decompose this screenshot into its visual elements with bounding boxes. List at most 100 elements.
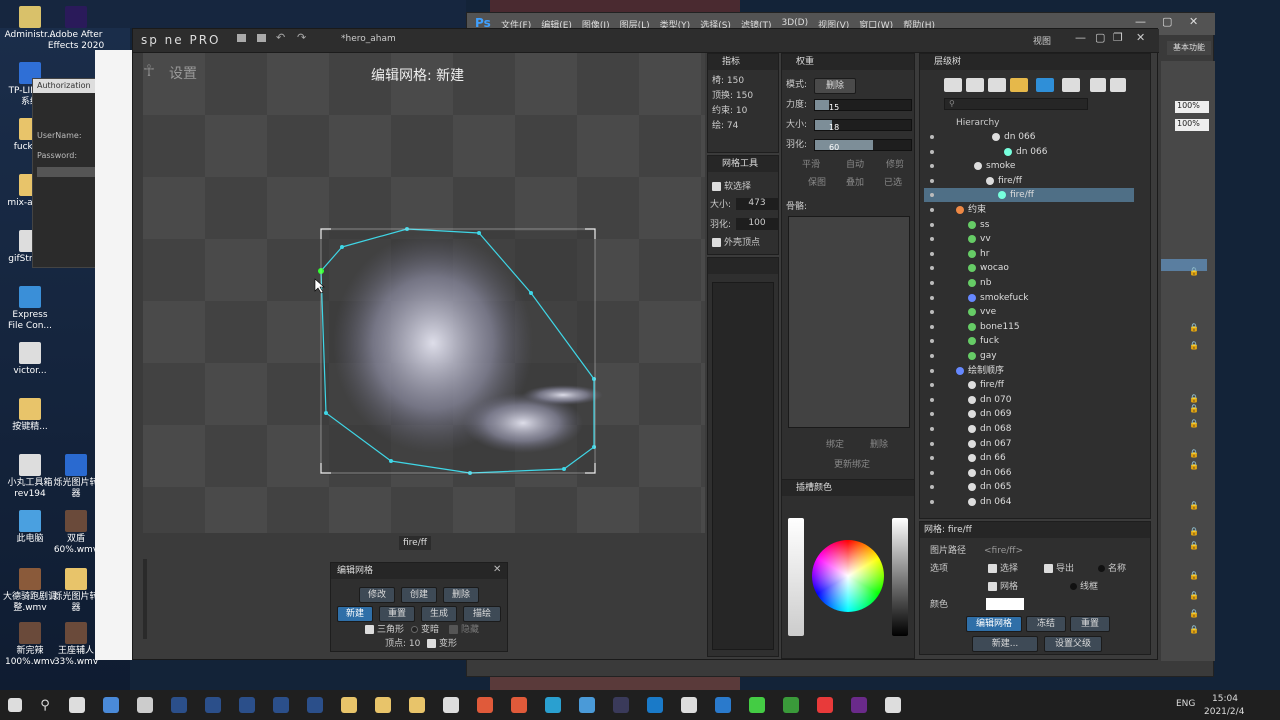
new-button[interactable]: 新建 <box>337 606 373 622</box>
tree-item[interactable]: dn 066 <box>924 130 1134 144</box>
taskbar-app-icon[interactable] <box>332 690 366 720</box>
tree-item[interactable]: dn 066 <box>924 466 1134 480</box>
tree-item[interactable]: dn 070 <box>924 393 1134 407</box>
feather-slider[interactable]: 60 <box>814 139 912 152</box>
alpha-slider[interactable] <box>788 518 804 636</box>
reset-button[interactable]: 重置 <box>1070 616 1110 632</box>
edit-mesh-button[interactable]: 编辑网格 <box>966 616 1022 632</box>
clock-date[interactable]: 2021/2/4 <box>1204 707 1244 717</box>
taskbar-app-icon[interactable] <box>128 690 162 720</box>
tree-item[interactable]: gay <box>924 349 1134 363</box>
tree-item[interactable]: dn 66 <box>924 451 1134 465</box>
circle-tool-icon[interactable] <box>966 78 984 92</box>
lock-icon[interactable]: 🔒 <box>1189 501 1199 510</box>
tree-item[interactable]: dn 066 <box>924 145 1134 159</box>
tree-item[interactable]: vve <box>924 305 1134 319</box>
taskbar-app-icon[interactable] <box>468 690 502 720</box>
tree-item[interactable]: dn 065 <box>924 480 1134 494</box>
paste-icon[interactable] <box>1110 78 1126 92</box>
lock-icon[interactable]: 🔒 <box>1189 323 1199 332</box>
taskbar-app-icon[interactable] <box>842 690 876 720</box>
taskbar-app-icon[interactable] <box>706 690 740 720</box>
generate-button[interactable]: 生成 <box>421 606 457 622</box>
tree-item[interactable]: hr <box>924 247 1134 261</box>
value-slider[interactable] <box>892 518 908 636</box>
selected-button[interactable]: 已选 <box>884 176 902 190</box>
tree-item[interactable]: vv <box>924 232 1134 246</box>
update-bind-button[interactable]: 更新绑定 <box>834 458 870 472</box>
taskbar-app-icon[interactable] <box>570 690 604 720</box>
tree-search-input[interactable]: ⚲ <box>944 98 1088 110</box>
visibility-icon[interactable] <box>930 149 934 154</box>
lock-icon[interactable]: 🔒 <box>1189 591 1199 600</box>
lock-button[interactable]: 保图 <box>808 176 826 190</box>
copy-icon[interactable] <box>1090 78 1106 92</box>
lock-icon[interactable]: 🔒 <box>1189 341 1199 350</box>
maximize-icon[interactable]: ▢ <box>1162 15 1172 28</box>
dim-checkbox[interactable]: 变暗 <box>411 623 439 637</box>
taskbar-app-icon[interactable] <box>638 690 672 720</box>
reset-button[interactable]: 重置 <box>379 606 415 622</box>
minimize-icon[interactable]: — <box>1075 31 1086 44</box>
visibility-icon[interactable] <box>930 281 934 285</box>
taskbar-app-icon[interactable] <box>808 690 842 720</box>
maximize-icon[interactable]: ▢ <box>1095 31 1105 44</box>
name-checkbox[interactable]: 名称 <box>1098 562 1126 576</box>
undo-icon[interactable]: ↶ <box>276 31 285 44</box>
visibility-icon[interactable] <box>930 193 934 198</box>
visibility-icon[interactable] <box>930 354 934 358</box>
taskbar-app-icon[interactable] <box>298 690 332 720</box>
tree-item[interactable]: dn 069 <box>924 407 1134 421</box>
open-icon[interactable] <box>237 34 246 42</box>
new-attachment-button[interactable]: 新建... <box>972 636 1038 652</box>
taskbar-app-icon[interactable] <box>230 690 264 720</box>
force-slider[interactable]: 15 <box>814 99 912 112</box>
pose-tool-icon[interactable] <box>944 78 962 92</box>
key-icon[interactable] <box>1062 78 1080 92</box>
tree-item[interactable]: dn 068 <box>924 422 1134 436</box>
taskbar-app-icon[interactable] <box>502 690 536 720</box>
export-checkbox[interactable]: 导出 <box>1044 562 1074 576</box>
size-field[interactable]: 473 <box>736 198 778 210</box>
lock-icon[interactable]: 🔒 <box>1189 267 1199 276</box>
ps-zoom-2[interactable]: 100% <box>1175 119 1209 131</box>
trace-button[interactable]: 描绘 <box>463 606 501 622</box>
select-checkbox[interactable]: 选择 <box>988 562 1018 576</box>
visibility-icon[interactable] <box>930 295 934 300</box>
start-button[interactable] <box>0 690 30 720</box>
mode-delete-button[interactable]: 删除 <box>814 78 856 94</box>
prune-button[interactable]: 修剪 <box>886 158 904 172</box>
color-swatch[interactable] <box>986 598 1024 610</box>
visibility-icon[interactable] <box>930 456 934 461</box>
visibility-icon[interactable] <box>930 237 934 242</box>
lock-icon[interactable]: 🔒 <box>1189 609 1199 618</box>
close-icon[interactable]: ✕ <box>1189 15 1198 28</box>
overlay-button[interactable]: 叠加 <box>846 176 864 190</box>
modify-button[interactable]: 修改 <box>359 587 395 603</box>
visibility-icon[interactable] <box>930 368 934 373</box>
tree-list[interactable]: dn 066 dn 066 smoke fire/ff fire/ff 约束 ss vv hr w… <box>924 130 1140 510</box>
workspace-button[interactable]: 基本功能 <box>1167 41 1211 55</box>
tree-item[interactable]: fire/ff <box>924 378 1134 392</box>
taskbar-app-icon[interactable] <box>94 690 128 720</box>
tree-item[interactable]: smoke <box>924 159 1134 173</box>
focus-icon[interactable] <box>1036 78 1054 92</box>
clock-time[interactable]: 15:04 <box>1212 694 1238 704</box>
save-icon[interactable] <box>257 34 266 42</box>
tray-lang[interactable]: ENG <box>1176 699 1195 709</box>
feather-field[interactable]: 100 <box>736 218 778 230</box>
tree-item[interactable]: fuck <box>924 334 1134 348</box>
set-parent-button[interactable]: 设置父级 <box>1044 636 1102 652</box>
tree-item[interactable]: bone115 <box>924 320 1134 334</box>
visibility-icon[interactable] <box>930 500 934 504</box>
tree-item[interactable]: 绘制顺序 <box>924 364 1134 378</box>
taskbar-app-icon[interactable] <box>672 690 706 720</box>
taskbar-app-icon[interactable] <box>162 690 196 720</box>
minimize-icon[interactable]: — <box>1135 15 1146 28</box>
remove-button[interactable]: 删除 <box>870 438 888 452</box>
bones-list[interactable] <box>788 216 910 428</box>
soft-select-checkbox[interactable]: 软选择 <box>712 180 751 194</box>
tree-item[interactable]: nb <box>924 276 1134 290</box>
visibility-icon[interactable] <box>930 397 934 402</box>
lock-icon[interactable]: 🔒 <box>1189 625 1199 634</box>
